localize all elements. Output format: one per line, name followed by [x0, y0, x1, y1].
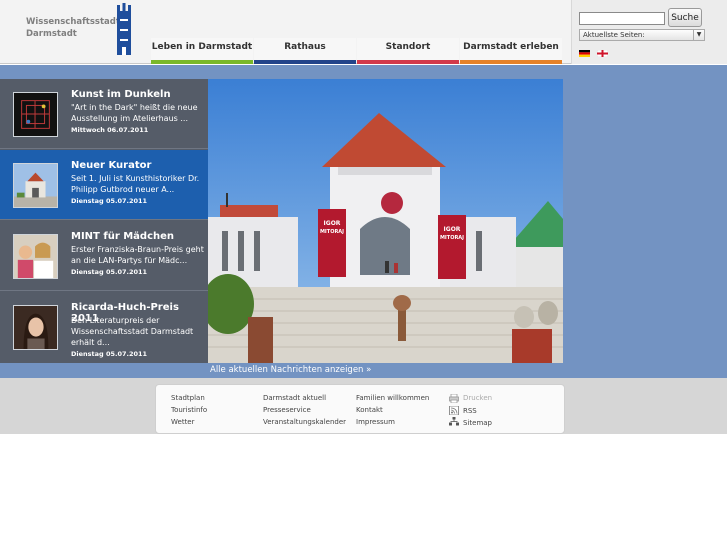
- nav-color-bar: [151, 60, 253, 64]
- news-date: Dienstag 05.07.2011: [71, 197, 148, 205]
- hero-image-exhibition-building[interactable]: IGOR MITORAJ IGOR MITORAJ: [208, 79, 563, 363]
- page: Wissenschaftsstadt Darmstadt Leben in Da…: [0, 0, 727, 545]
- nav-label: Rathaus: [284, 42, 326, 52]
- footer-link-darmstadt-aktuell[interactable]: Darmstadt aktuell: [263, 394, 326, 402]
- select-value: Aktuellste Seiten:: [583, 31, 645, 39]
- city-logo[interactable]: Wissenschaftsstadt Darmstadt: [26, 16, 120, 40]
- logo-line-1: Wissenschaftsstadt: [26, 17, 120, 27]
- footer-link-presseservice[interactable]: Presseservice: [263, 406, 311, 414]
- rss-icon: [449, 406, 459, 415]
- nav-color-bar: [357, 60, 459, 64]
- news-date: Dienstag 05.07.2011: [71, 268, 148, 276]
- nav-rathaus[interactable]: Rathaus: [254, 38, 356, 64]
- footer-link-impressum[interactable]: Impressum: [356, 418, 395, 426]
- nav-label: Standort: [385, 42, 431, 52]
- footer-link-rss[interactable]: RSS: [463, 407, 477, 415]
- banner-right-text-2: MITORAJ: [440, 235, 464, 241]
- banner-right-text: IGOR: [444, 226, 461, 233]
- chevron-down-icon: ▼: [693, 30, 704, 40]
- news-thumbnail: [13, 234, 58, 279]
- english-flag-icon[interactable]: [597, 50, 608, 57]
- nav-leben-in-darmstadt[interactable]: Leben in Darmstadt: [151, 38, 253, 64]
- footer-link-sitemap[interactable]: Sitemap: [463, 419, 492, 427]
- header: Wissenschaftsstadt Darmstadt Leben in Da…: [0, 0, 727, 64]
- news-item-mint-fuer-maedchen[interactable]: MINT für Mädchen Erster Franziska-Braun-…: [0, 221, 208, 291]
- main-navigation: Leben in Darmstadt Rathaus Standort Darm…: [151, 38, 562, 64]
- news-text: Erster Franziska-Braun-Preis geht an die…: [71, 245, 204, 265]
- news-item-neuer-kurator[interactable]: Neuer Kurator Seit 1. Juli ist Kunsthist…: [0, 150, 208, 220]
- news-date: Mittwoch 06.07.2011: [71, 126, 149, 134]
- news-title: MINT für Mädchen: [71, 231, 175, 242]
- nav-color-bar: [254, 60, 356, 64]
- nav-label: Leben in Darmstadt: [151, 42, 253, 52]
- footer-link-wetter[interactable]: Wetter: [171, 418, 195, 426]
- search-area: Suche Aktuellste Seiten: ▼: [571, 0, 727, 64]
- banner-left-text-2: MITORAJ: [320, 229, 344, 235]
- news-item-ricarda-huch-preis[interactable]: Ricarda-Huch-Preis 2011 Den Literaturpre…: [0, 292, 208, 363]
- news-text: "Art in the Dark" heißt die neue Ausstel…: [71, 103, 198, 123]
- footer-link-drucken[interactable]: Drucken: [463, 394, 492, 402]
- footer-link-familien-willkommen[interactable]: Familien willkommen: [356, 394, 429, 402]
- recent-pages-select[interactable]: Aktuellste Seiten: ▼: [579, 29, 705, 41]
- all-news-link[interactable]: Alle aktuellen Nachrichten anzeigen »: [210, 365, 371, 375]
- footer-link-kontakt[interactable]: Kontakt: [356, 406, 383, 414]
- nav-standort[interactable]: Standort: [357, 38, 459, 64]
- search-input[interactable]: [579, 12, 665, 25]
- footer-link-veranstaltungskalender[interactable]: Veranstaltungskalender: [263, 418, 346, 426]
- news-list: Kunst im Dunkeln "Art in the Dark" heißt…: [0, 79, 208, 363]
- footer-link-touristinfo[interactable]: Touristinfo: [171, 406, 207, 414]
- news-title: Neuer Kurator: [71, 160, 152, 171]
- printer-icon: [449, 394, 459, 403]
- footer-links: Stadtplan Touristinfo Wetter Darmstadt a…: [155, 384, 565, 434]
- news-text: Seit 1. Juli ist Kunsthistoriker Dr. Phi…: [71, 174, 200, 194]
- nav-label: Darmstadt erleben: [463, 42, 559, 52]
- search-button[interactable]: Suche: [668, 8, 702, 27]
- news-title: Kunst im Dunkeln: [71, 89, 171, 100]
- footer-link-stadtplan[interactable]: Stadtplan: [171, 394, 205, 402]
- sitemap-icon: [449, 417, 459, 426]
- wedding-tower-logo-icon[interactable]: [114, 3, 134, 55]
- nav-color-bar: [460, 60, 562, 64]
- news-thumbnail: [13, 163, 58, 208]
- news-thumbnail: [13, 92, 58, 137]
- news-thumbnail: [13, 305, 58, 350]
- nav-darmstadt-erleben[interactable]: Darmstadt erleben: [460, 38, 562, 64]
- banner-left-text: IGOR: [324, 220, 341, 227]
- news-text: Den Literaturpreis der Wissenschaftsstad…: [71, 316, 194, 347]
- logo-line-2: Darmstadt: [26, 29, 77, 39]
- german-flag-icon[interactable]: [579, 50, 590, 57]
- news-item-kunst-im-dunkeln[interactable]: Kunst im Dunkeln "Art in the Dark" heißt…: [0, 79, 208, 149]
- news-date: Dienstag 05.07.2011: [71, 350, 148, 358]
